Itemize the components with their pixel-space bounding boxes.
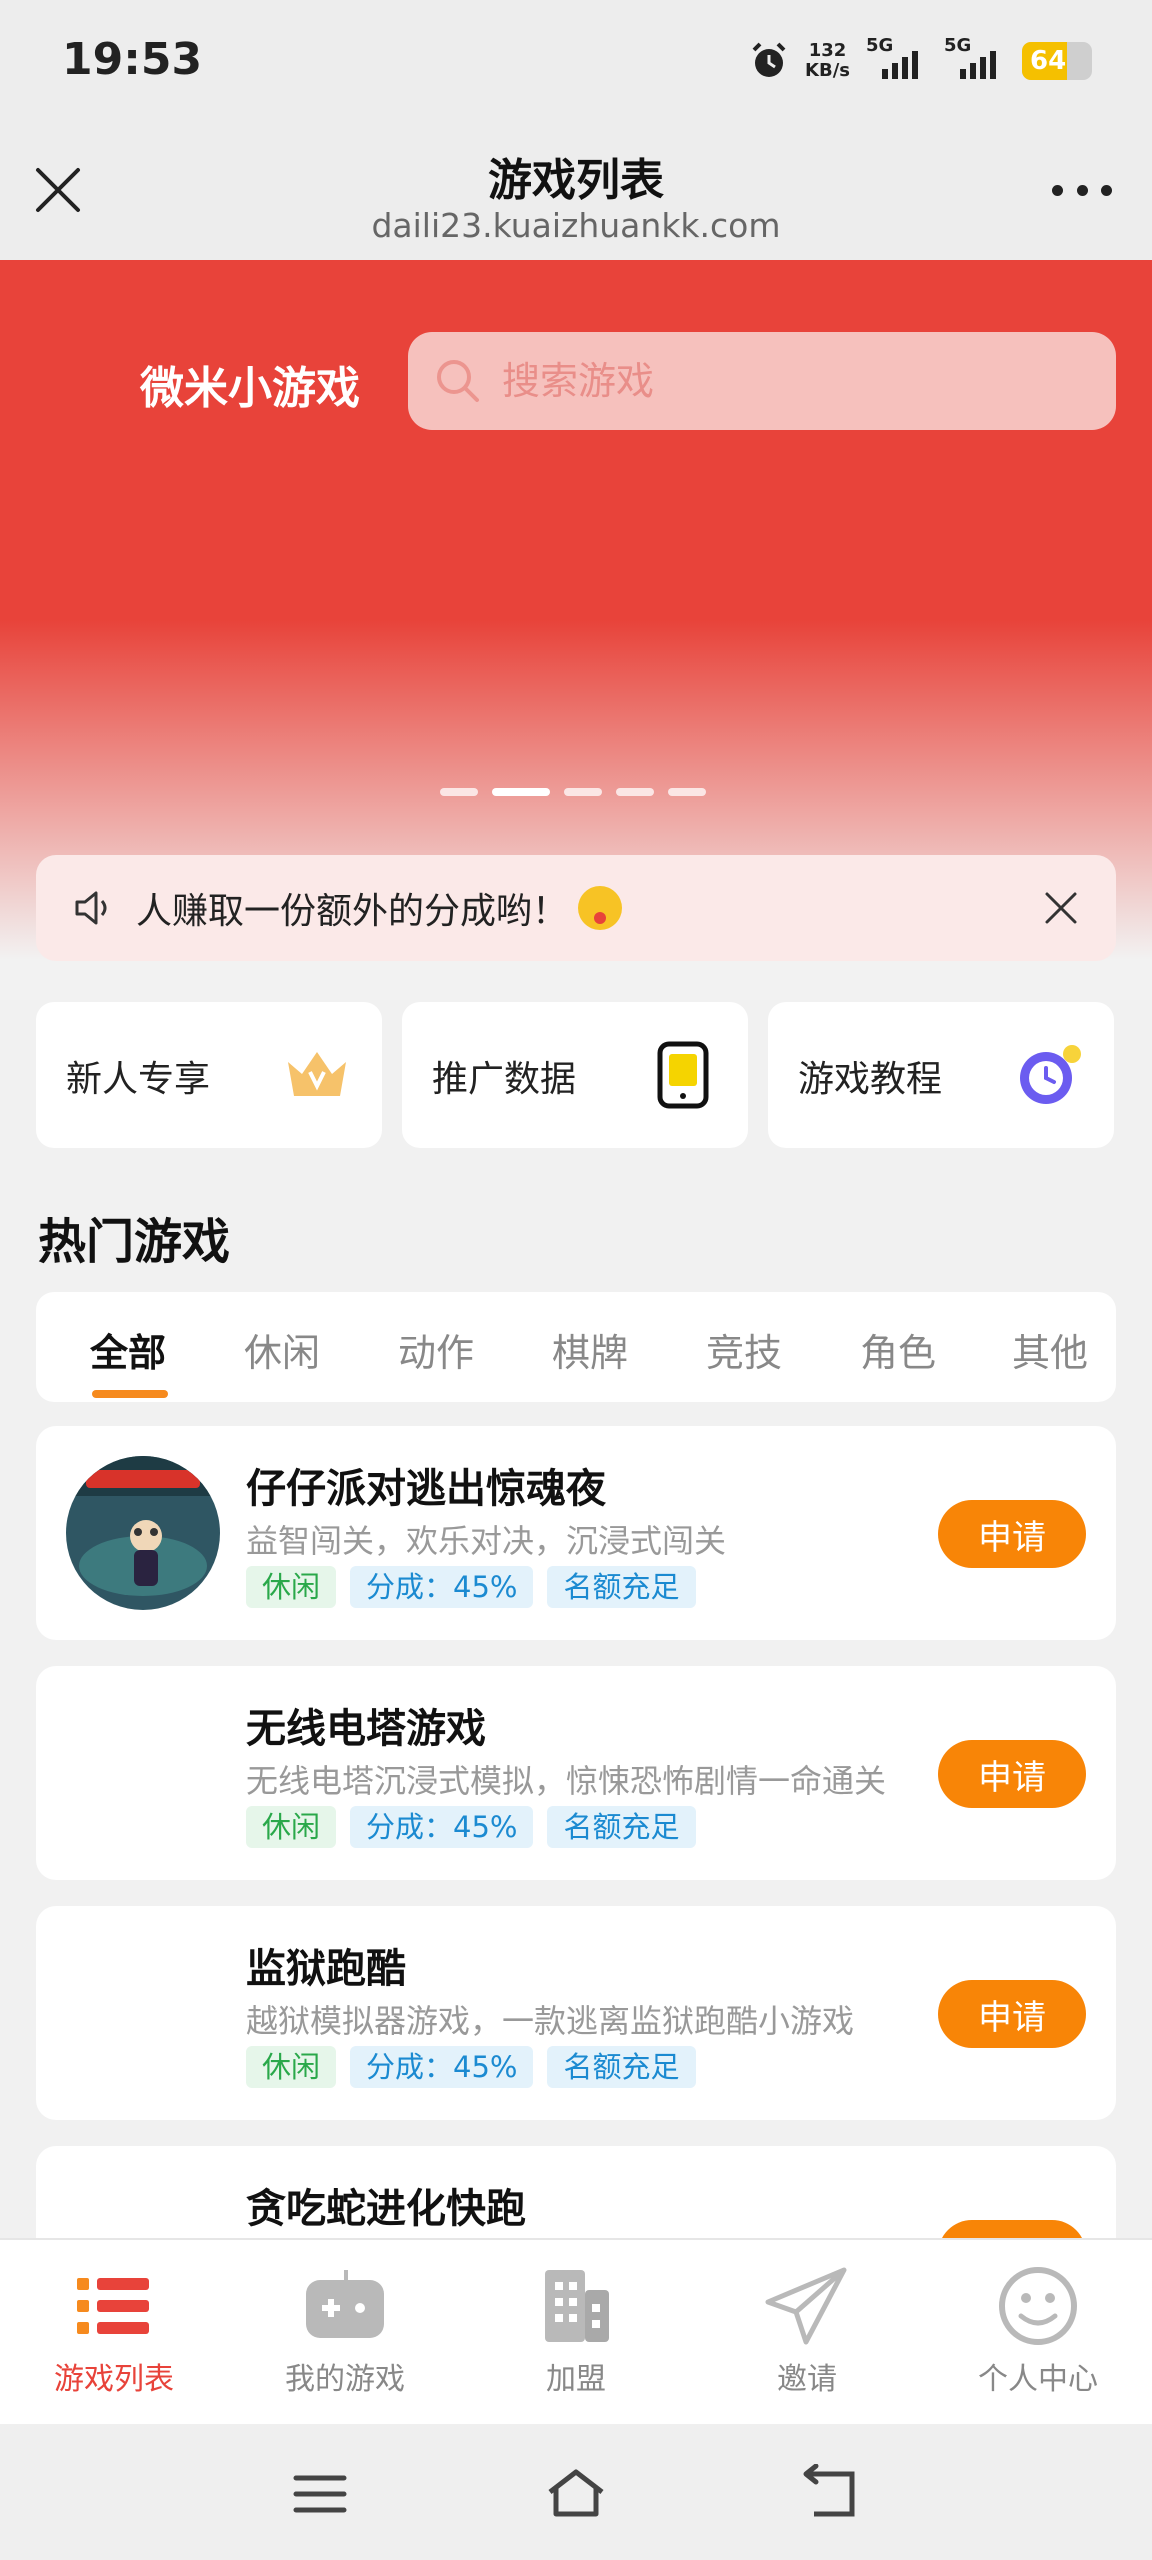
carousel-dot[interactable] xyxy=(564,788,602,796)
smiley-icon xyxy=(999,2267,1077,2345)
quota-tag: 名额充足 xyxy=(547,1566,696,1608)
tab-other[interactable]: 其他 xyxy=(1012,1322,1088,1377)
quick-link-label: 新人专享 xyxy=(66,1059,211,1100)
system-nav-bar xyxy=(0,2424,1152,2560)
game-description: 益智闯关，欢乐对决，沉浸式闯关 xyxy=(246,1522,727,1560)
nav-label: 邀请 xyxy=(777,2362,837,2397)
paper-plane-icon xyxy=(765,2267,847,2345)
home-icon[interactable] xyxy=(546,2464,606,2524)
carousel-dot[interactable] xyxy=(616,788,654,796)
nav-join[interactable]: 加盟 xyxy=(476,2266,676,2398)
quick-link-label: 推广数据 xyxy=(432,1059,577,1100)
tab-action[interactable]: 动作 xyxy=(398,1322,474,1377)
notice-close-icon[interactable] xyxy=(1042,889,1080,927)
quick-link-newcomer[interactable]: 新人专享 xyxy=(36,1002,382,1148)
game-description: 无线电塔沉浸式模拟，惊悚恐怖剧情一命通关 xyxy=(246,1762,887,1800)
quick-link-promo-data[interactable]: 推广数据 xyxy=(402,1002,748,1148)
tab-board[interactable]: 棋牌 xyxy=(552,1322,628,1377)
game-description: 越狱模拟器游戏，一款逃离监狱跑酷小游戏 xyxy=(246,2002,855,2040)
apply-button[interactable]: 申请 xyxy=(938,1740,1086,1808)
game-tags: 休闲 分成：45% 名额充足 xyxy=(246,2046,696,2088)
tab-competitive[interactable]: 竞技 xyxy=(706,1322,782,1377)
tab-indicator xyxy=(92,1390,168,1398)
game-tags: 休闲 分成：45% 名额充足 xyxy=(246,1806,696,1848)
game-name: 贪吃蛇进化快跑 xyxy=(246,2186,526,2232)
quick-link-label: 游戏教程 xyxy=(798,1059,943,1100)
carousel-dot[interactable] xyxy=(492,788,550,796)
speaker-icon xyxy=(75,891,107,925)
game-card[interactable]: 无线电塔游戏 无线电塔沉浸式模拟，惊悚恐怖剧情一命通关 休闲 分成：45% 名额… xyxy=(36,1666,1116,1880)
nav-invite[interactable]: 邀请 xyxy=(707,2266,907,2398)
brand-name: 微米小游戏 xyxy=(140,363,360,414)
search-box[interactable] xyxy=(408,332,1116,430)
share-tag: 分成：45% xyxy=(350,2046,534,2088)
game-name: 监狱跑酷 xyxy=(246,1946,406,1992)
tab-all[interactable]: 全部 xyxy=(90,1322,166,1377)
alarm-icon xyxy=(752,42,786,77)
nav-label: 我的游戏 xyxy=(285,2362,405,2397)
search-input[interactable] xyxy=(500,358,1064,404)
nav-label: 游戏列表 xyxy=(54,2362,174,2397)
carousel-dot[interactable] xyxy=(668,788,706,796)
back-icon[interactable] xyxy=(802,2464,862,2524)
search-icon xyxy=(437,360,479,402)
emoji-icon xyxy=(578,886,623,930)
tab-casual[interactable]: 休闲 xyxy=(244,1322,320,1377)
signal-icon: 5G xyxy=(866,35,928,79)
quota-tag: 名额充足 xyxy=(547,1806,696,1848)
category-tag: 休闲 xyxy=(246,1806,337,1848)
nav-label: 加盟 xyxy=(546,2362,606,2397)
page-url: daili23.kuaizhuankk.com xyxy=(371,206,781,245)
nav-game-list[interactable]: 游戏列表 xyxy=(14,2266,214,2398)
notice-text: 人赚取一份额外的分成哟！ xyxy=(136,891,569,932)
more-icon[interactable] xyxy=(1052,180,1112,200)
category-tabs: 全部 休闲 动作 棋牌 竞技 角色 其他 xyxy=(36,1292,1116,1402)
crown-icon xyxy=(288,1052,346,1096)
carousel-indicator xyxy=(440,788,706,796)
hot-games-title: 热门游戏 xyxy=(38,1214,231,1270)
quota-tag: 名额充足 xyxy=(547,2046,696,2088)
apply-button[interactable]: 申请 xyxy=(938,1980,1086,2048)
clock-icon xyxy=(1020,1045,1081,1104)
tab-rpg[interactable]: 角色 xyxy=(860,1322,936,1377)
nav-label: 个人中心 xyxy=(978,2362,1098,2397)
battery-icon: 64 xyxy=(1022,42,1092,80)
nav-profile[interactable]: 个人中心 xyxy=(938,2266,1138,2398)
share-tag: 分成：45% xyxy=(350,1566,534,1608)
category-tag: 休闲 xyxy=(246,2046,337,2088)
bottom-nav: 游戏列表 我的游戏 加盟 邀请 个人中心 xyxy=(0,2238,1152,2426)
title-bar: 游戏列表 daili23.kuaizhuankk.com xyxy=(0,124,1152,260)
game-name: 无线电塔游戏 xyxy=(246,1706,486,1752)
game-card[interactable]: 仔仔派对逃出惊魂夜 益智闯关，欢乐对决，沉浸式闯关 休闲 分成：45% 名额充足… xyxy=(36,1426,1116,1640)
page-title: 游戏列表 xyxy=(488,155,664,206)
notice-bar: 人赚取一份额外的分成哟！ xyxy=(36,855,1116,961)
building-icon xyxy=(545,2270,609,2342)
status-time: 19:53 xyxy=(62,34,203,85)
status-icons: 132 KB/s 5G 5G 64 xyxy=(749,35,1092,86)
list-icon xyxy=(77,2278,149,2334)
net-speed: 132 KB/s xyxy=(805,40,850,81)
game-name: 仔仔派对逃出惊魂夜 xyxy=(246,1466,606,1512)
carousel-dot[interactable] xyxy=(440,788,478,796)
game-thumbnail xyxy=(66,1456,220,1610)
phone-chart-icon xyxy=(657,1041,709,1109)
status-bar: 19:53 132 KB/s 5G 5G 64 xyxy=(0,0,1152,124)
game-card[interactable]: 监狱跑酷 越狱模拟器游戏，一款逃离监狱跑酷小游戏 休闲 分成：45% 名额充足 … xyxy=(36,1906,1116,2120)
quick-link-tutorial[interactable]: 游戏教程 xyxy=(768,1002,1114,1148)
nav-my-games[interactable]: 我的游戏 xyxy=(245,2266,445,2398)
apply-button[interactable]: 申请 xyxy=(938,1500,1086,1568)
game-tags: 休闲 分成：45% 名额充足 xyxy=(246,1566,696,1608)
share-tag: 分成：45% xyxy=(350,1806,534,1848)
category-tag: 休闲 xyxy=(246,1566,337,1608)
signal-icon: 5G xyxy=(944,35,1006,79)
menu-icon[interactable] xyxy=(290,2464,350,2524)
gamepad-icon xyxy=(306,2270,384,2338)
